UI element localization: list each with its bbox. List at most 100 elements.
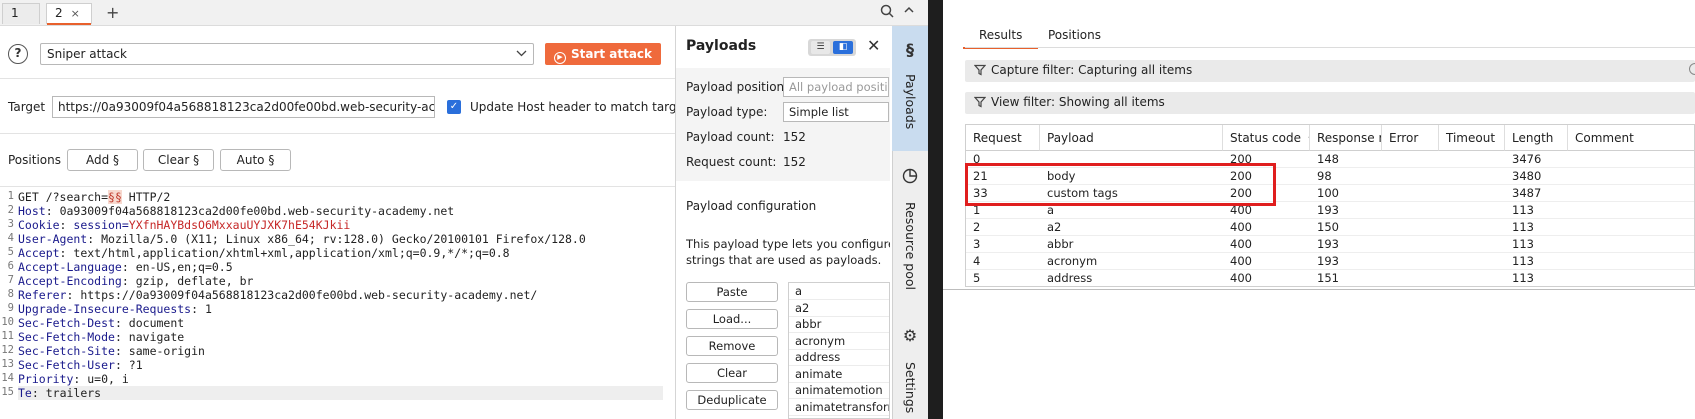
panel-view-icon[interactable]: ◧ bbox=[833, 41, 853, 54]
column-header[interactable]: Status code^ bbox=[1223, 125, 1310, 151]
chevron-up-icon[interactable] bbox=[903, 4, 915, 20]
target-url-input[interactable]: https://0a93009f04a568818123ca2d00fe00bd… bbox=[52, 96, 435, 118]
header-line[interactable]: Cookie: session=YXfnHAYBdsO6MxxauUYJXK7h… bbox=[18, 218, 350, 232]
payload-position-marker[interactable]: §§ bbox=[108, 190, 122, 204]
header-line[interactable]: Host: 0a93009f04a568818123ca2d00fe00bd.w… bbox=[18, 204, 454, 218]
chevron-down-icon bbox=[516, 46, 527, 63]
view-toggle[interactable]: ☰ ◧ bbox=[808, 39, 856, 56]
payload-list-item[interactable]: animate bbox=[795, 367, 842, 381]
current-line-highlight bbox=[18, 386, 663, 400]
search-icon[interactable] bbox=[880, 4, 894, 22]
payload-type-select[interactable]: Simple list bbox=[783, 102, 889, 122]
header-line[interactable]: Sec-Fetch-User: ?1 bbox=[18, 358, 143, 372]
table-cell: 148 bbox=[1317, 152, 1339, 166]
header-colon: : bbox=[121, 274, 129, 288]
table-row[interactable]: 2 a2 400 150 113 bbox=[966, 219, 1694, 236]
column-header-label: Comment bbox=[1575, 131, 1634, 145]
tab-results[interactable]: Results bbox=[962, 28, 1039, 49]
header-line[interactable]: Sec-Fetch-Mode: navigate bbox=[18, 330, 184, 344]
side-tab-settings[interactable]: ⚙ Settings bbox=[892, 318, 928, 419]
table-cell: 400 bbox=[1230, 271, 1252, 285]
request-editor[interactable]: 1 2 3 4 5 6 7 8 9 10 11 12 13 14 15 GET /?search=§§ HT… bbox=[0, 190, 675, 419]
payload-list[interactable]: a a2 abbr acronym address animate animatemotio… bbox=[788, 282, 890, 419]
column-header-label: Request bbox=[973, 131, 1022, 145]
payload-configuration-description: This payload type lets you configure a st… bbox=[686, 236, 890, 268]
table-cell: 113 bbox=[1512, 237, 1534, 251]
column-header[interactable]: Request bbox=[966, 125, 1040, 151]
column-header-label: Timeout bbox=[1446, 131, 1496, 145]
payload-list-item[interactable]: animatemotion bbox=[795, 383, 883, 397]
gear-icon: ⚙ bbox=[902, 326, 918, 345]
load-button[interactable]: Load... bbox=[686, 309, 778, 329]
capture-filter-bar[interactable]: Capture filter: Capturing all items bbox=[965, 60, 1695, 82]
column-header[interactable]: Timeout bbox=[1439, 125, 1505, 151]
header-colon: : bbox=[114, 358, 122, 372]
payload-list-item[interactable]: a2 bbox=[795, 301, 809, 315]
payload-list-item[interactable]: a bbox=[795, 284, 802, 298]
header-line[interactable]: Priority: u=0, i bbox=[18, 372, 129, 386]
list-view-icon[interactable]: ☰ bbox=[811, 41, 830, 54]
payload-list-item[interactable]: acronym bbox=[795, 334, 845, 348]
payload-configuration-heading: Payload configuration bbox=[686, 199, 817, 213]
request-line[interactable]: GET /?search=§§ HTTP/2 bbox=[18, 190, 170, 204]
deduplicate-button[interactable]: Deduplicate bbox=[686, 390, 778, 410]
clear-marker-button[interactable]: Clear § bbox=[143, 149, 214, 171]
table-cell: acronym bbox=[1047, 254, 1098, 268]
column-header[interactable]: Comment bbox=[1568, 125, 1694, 151]
play-icon: ▶ bbox=[553, 52, 566, 64]
payload-list-item[interactable]: animatetransform bbox=[795, 400, 889, 414]
auto-marker-button[interactable]: Auto § bbox=[220, 149, 291, 171]
column-header[interactable]: Length bbox=[1505, 125, 1568, 151]
side-tab-label: Payloads bbox=[903, 74, 918, 130]
header-line[interactable]: Te: trailers bbox=[18, 386, 101, 400]
divider bbox=[0, 133, 675, 134]
start-attack-button[interactable]: ▶ Start attack bbox=[545, 43, 661, 65]
header-line[interactable]: Upgrade-Insecure-Requests: 1 bbox=[18, 302, 212, 316]
attack-type-value: Sniper attack bbox=[47, 47, 127, 61]
remove-button[interactable]: Remove bbox=[686, 336, 778, 356]
line-number: 14 bbox=[1, 372, 14, 384]
table-cell: abbr bbox=[1047, 237, 1074, 251]
payload-list-item[interactable]: abbr bbox=[795, 317, 821, 331]
header-line[interactable]: User-Agent: Mozilla/5.0 (X11; Linux x86_… bbox=[18, 232, 586, 246]
update-host-checkbox[interactable]: ✓ bbox=[447, 100, 461, 114]
header-colon: : bbox=[45, 204, 53, 218]
header-line[interactable]: Sec-Fetch-Dest: document bbox=[18, 316, 184, 330]
line-number: 4 bbox=[7, 232, 14, 244]
close-panel-icon[interactable]: ✕ bbox=[867, 36, 880, 55]
payload-position-select[interactable]: All payload positions bbox=[783, 77, 889, 97]
view-filter-bar[interactable]: View filter: Showing all items bbox=[965, 92, 1695, 114]
header-line[interactable]: Accept-Encoding: gzip, deflate, br bbox=[18, 274, 253, 288]
table-cell: 98 bbox=[1317, 169, 1332, 183]
tab-1[interactable]: 1 bbox=[2, 3, 40, 24]
table-row[interactable]: 3 abbr 400 193 113 bbox=[966, 236, 1694, 253]
help-icon[interactable]: ? bbox=[8, 44, 28, 64]
header-line[interactable]: Referer: https://0a93009f04a568818123ca2… bbox=[18, 288, 537, 302]
header-line[interactable]: Sec-Fetch-Site: same-origin bbox=[18, 344, 205, 358]
header-name: Priority bbox=[18, 372, 74, 386]
side-tab-resource-pool[interactable]: Resource pool bbox=[892, 160, 928, 300]
attack-type-select[interactable]: Sniper attack bbox=[40, 43, 534, 65]
filter-settings-icon[interactable] bbox=[1689, 63, 1695, 75]
table-row[interactable]: 4 acronym 400 193 113 bbox=[966, 253, 1694, 270]
table-row[interactable]: 5 address 400 151 113 bbox=[966, 270, 1694, 286]
header-line[interactable]: Accept: text/html,application/xhtml+xml,… bbox=[18, 246, 510, 260]
column-header[interactable]: Error bbox=[1382, 125, 1439, 151]
side-tab-payloads[interactable]: § Payloads bbox=[892, 26, 928, 151]
tab-2[interactable]: 2 × bbox=[46, 3, 92, 25]
new-tab-button[interactable]: + bbox=[106, 3, 119, 22]
close-tab-icon[interactable]: × bbox=[71, 7, 80, 20]
view-filter-text: View filter: Showing all items bbox=[991, 95, 1165, 109]
side-tab-label: Resource pool bbox=[903, 202, 918, 291]
column-header-label: Length bbox=[1512, 131, 1554, 145]
column-header[interactable]: Payload bbox=[1040, 125, 1223, 151]
column-header[interactable]: Response r... bbox=[1310, 125, 1382, 151]
intruder-pane: 1 2 × + ? Sniper attack ▶ Start attack Tar… bbox=[0, 0, 943, 419]
tab-positions[interactable]: Positions bbox=[1048, 28, 1101, 42]
paste-button[interactable]: Paste bbox=[686, 282, 778, 302]
payload-list-item[interactable]: address bbox=[795, 350, 840, 364]
add-marker-button[interactable]: Add § bbox=[67, 149, 138, 171]
header-colon: : bbox=[114, 316, 122, 330]
header-line[interactable]: Accept-Language: en-US,en;q=0.5 bbox=[18, 260, 233, 274]
clear-button[interactable]: Clear bbox=[686, 363, 778, 383]
